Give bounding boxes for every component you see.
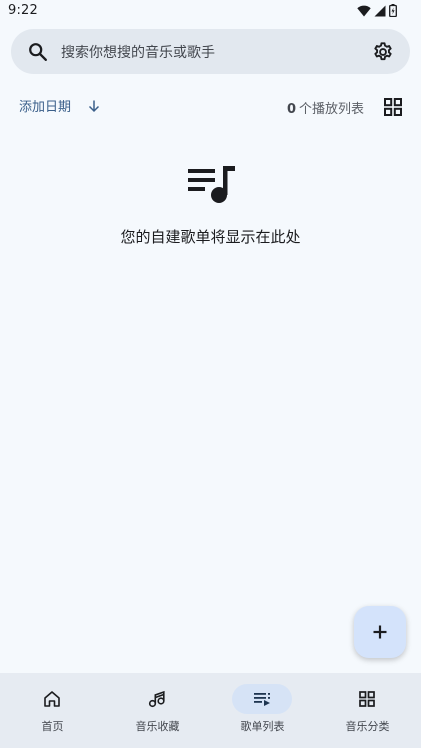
empty-state-message: 您的自建歌单将显示在此处 (120, 228, 301, 246)
nav-label-favorites: 音乐收藏 (135, 720, 180, 733)
nav-label-playlists: 歌单列表 (240, 720, 285, 733)
battery-icon (389, 4, 397, 17)
nav-label-categories: 音乐分类 (345, 720, 390, 733)
home-icon (44, 691, 60, 707)
playlist-count: 0 个播放列表 (287, 98, 364, 117)
nav-label-home: 首页 (41, 720, 64, 733)
status-icons (357, 4, 397, 17)
sort-by-date-button[interactable]: 添加日期 (19, 96, 101, 115)
search-input[interactable]: 搜索你想搜的音乐或歌手 (61, 42, 215, 62)
sort-row: 添加日期 0 个播放列表 (0, 92, 421, 120)
nav-item-favorites[interactable]: 音乐收藏 (105, 673, 210, 748)
search-icon[interactable] (27, 41, 49, 63)
nav-item-categories[interactable]: 音乐分类 (315, 673, 420, 748)
music-note-icon (148, 690, 165, 708)
playlist-count-suffix: 个播放列表 (298, 102, 364, 117)
playlist-icon (254, 693, 270, 706)
plus-icon (373, 625, 387, 639)
signal-icon (374, 5, 386, 16)
status-time: 9:22 (8, 3, 38, 18)
arrow-down-icon (88, 100, 100, 112)
wifi-icon (357, 5, 371, 16)
sort-label: 添加日期 (19, 100, 72, 115)
nav-item-playlists[interactable]: 歌单列表 (210, 673, 315, 748)
gear-icon[interactable] (372, 41, 394, 63)
playlist-music-icon (188, 166, 235, 203)
bottom-nav: 首页 音乐收藏 歌单列表 音乐分类 (0, 673, 421, 748)
playlist-count-number: 0 (286, 102, 296, 117)
status-bar: 9:22 (0, 0, 421, 24)
add-playlist-button[interactable] (354, 606, 406, 658)
search-bar[interactable]: 搜索你想搜的音乐或歌手 (11, 29, 410, 74)
nav-item-home[interactable]: 首页 (0, 673, 105, 748)
category-grid-icon (359, 691, 375, 707)
grid-view-icon[interactable] (384, 98, 402, 116)
